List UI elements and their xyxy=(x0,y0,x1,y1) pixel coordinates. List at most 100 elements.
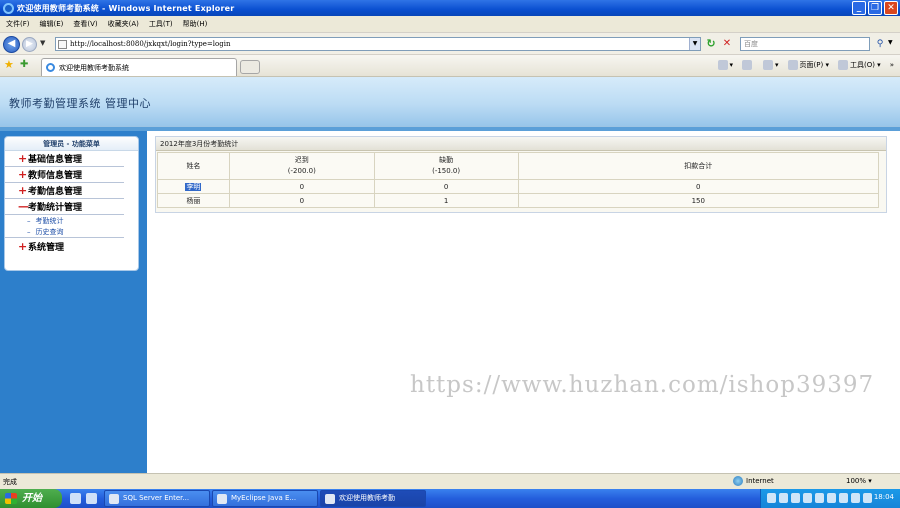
security-zone[interactable]: Internet xyxy=(733,476,774,486)
window-titlebar[interactable]: 欢迎使用教师考勤系统 - Windows Internet Explorer _… xyxy=(0,0,900,16)
sidebar-item-label: 考勤统计管理 xyxy=(28,203,83,213)
tray-app-icon[interactable] xyxy=(815,493,824,503)
favorites-star-icon[interactable]: ★ xyxy=(4,59,14,71)
page-viewport: 教师考勤管理系统 管理中心 管理员 - 功能菜单 + 基础信息管理 + 教师信息… xyxy=(0,77,900,473)
history-dropdown-icon[interactable]: ▼ xyxy=(40,39,45,47)
table-row: 李明 0 0 0 xyxy=(157,179,880,194)
expand-icon: + xyxy=(18,152,28,165)
tools-menu[interactable]: 工具(O) ▾ xyxy=(837,60,881,70)
tray-keyboard-icon[interactable] xyxy=(767,493,776,503)
windows-flag-icon xyxy=(5,493,17,504)
search-icon[interactable]: ⚲ xyxy=(873,37,887,51)
collapse-icon: — xyxy=(18,200,29,213)
tray-network-icon[interactable] xyxy=(779,493,788,503)
task-label: MyEclipse Java E... xyxy=(231,494,297,502)
tab-bar: ★ ✚ 欢迎使用教师考勤系统 ▾ ▾ 页面(P) ▾ 工具(O) ▾ » xyxy=(0,55,900,77)
menu-tools[interactable]: 工具(T) xyxy=(149,19,173,29)
cell-late: 0 xyxy=(228,193,375,208)
expand-icon: + xyxy=(18,168,28,181)
zoom-level[interactable]: 100% ▾ xyxy=(846,477,872,485)
back-button[interactable]: ◀ xyxy=(3,36,20,53)
print-button[interactable]: ▾ xyxy=(763,60,779,70)
tray-volume-icon[interactable] xyxy=(791,493,800,503)
page-menu-label: 页面(P) xyxy=(799,61,824,69)
menu-edit[interactable]: 编辑(E) xyxy=(40,19,64,29)
cell-name: 杨丽 xyxy=(157,193,230,208)
status-bar: 完成 Internet 100% ▾ xyxy=(0,473,900,489)
tab-active[interactable]: 欢迎使用教师考勤系统 xyxy=(41,58,237,76)
stats-panel: 2012年度3月份考勤统计 姓名 迟到 (-200.0) 缺勤 (-150.0) 扣… xyxy=(155,136,887,213)
maximize-button[interactable]: ❐ xyxy=(868,1,882,15)
col-header-late: 迟到 (-200.0) xyxy=(228,152,375,180)
start-button[interactable]: 开始 xyxy=(0,489,62,508)
watermark-text: https://www.huzhan.com/ishop39397 xyxy=(410,372,875,398)
stats-caption: 2012年度3月份考勤统计 xyxy=(156,137,886,151)
zoom-value: 100% xyxy=(846,477,867,485)
sidebar-subitem-stats[interactable]: – 考勤统计 xyxy=(5,215,138,226)
menu-file[interactable]: 文件(F) xyxy=(6,19,30,29)
cell-absent: 1 xyxy=(373,193,519,208)
tray-app-icon[interactable] xyxy=(803,493,812,503)
sidebar-subitem-history[interactable]: – 历史查询 xyxy=(5,226,124,238)
stop-button[interactable]: ✕ xyxy=(720,37,734,51)
taskbar-item-myeclipse[interactable]: MyEclipse Java E... xyxy=(212,490,318,507)
show-desktop-icon[interactable] xyxy=(70,493,81,504)
tray-app-icon[interactable] xyxy=(827,493,836,503)
myeclipse-icon xyxy=(217,494,227,504)
cell-absent: 0 xyxy=(373,179,519,194)
table-header-row: 姓名 迟到 (-200.0) 缺勤 (-150.0) 扣款合计 xyxy=(157,152,880,180)
taskbar-item-sqlserver[interactable]: SQL Server Enter... xyxy=(104,490,210,507)
cell-late: 0 xyxy=(228,179,375,194)
refresh-button[interactable]: ↻ xyxy=(704,37,718,51)
ie-logo-icon xyxy=(3,2,14,14)
sidebar-item-system[interactable]: + 系统管理 xyxy=(5,238,124,254)
cell-total: 150 xyxy=(517,193,880,208)
forward-button[interactable]: ▶ xyxy=(22,37,37,52)
col-header-total: 扣款合计 xyxy=(517,152,880,180)
menu-favorites[interactable]: 收藏夹(A) xyxy=(108,19,139,29)
menu-header: 管理员 - 功能菜单 xyxy=(5,137,138,151)
tray-app-icon[interactable] xyxy=(851,493,860,503)
search-input[interactable]: 百度 xyxy=(740,37,870,51)
taskbar-item-ie[interactable]: 欢迎使用教师考勤 xyxy=(320,490,426,507)
cell-name: 李明 xyxy=(157,179,230,194)
sidebar-item-attendance-info[interactable]: + 考勤信息管理 xyxy=(5,183,124,199)
feeds-icon xyxy=(742,60,753,70)
sidebar-item-basic-info[interactable]: + 基础信息管理 xyxy=(5,151,124,167)
close-button[interactable]: ✕ xyxy=(884,1,898,15)
sqlserver-icon xyxy=(109,494,119,504)
new-tab-button[interactable] xyxy=(240,60,260,74)
address-dropdown-icon[interactable]: ▼ xyxy=(689,38,700,50)
tray-app-icon[interactable] xyxy=(863,493,872,503)
menu-bar: 文件(F) 编辑(E) 查看(V) 收藏夹(A) 工具(T) 帮助(H) xyxy=(0,16,900,33)
taskbar: 开始 SQL Server Enter... MyEclipse Java E.… xyxy=(0,489,900,508)
bullet-dash: – xyxy=(27,227,31,236)
sidebar-item-attendance-stats[interactable]: — 考勤统计管理 xyxy=(5,199,124,215)
toolbar-overflow-icon[interactable]: » xyxy=(890,61,894,69)
ie-quicklaunch-icon[interactable] xyxy=(86,493,97,504)
menu-view[interactable]: 查看(V) xyxy=(73,19,97,29)
address-input[interactable]: http://localhost:8080/jxkqxt/login?type=… xyxy=(55,37,701,51)
minimize-button[interactable]: _ xyxy=(852,1,866,15)
address-toolbar: ◀ ▶ ▼ http://localhost:8080/jxkqxt/login… xyxy=(0,33,900,55)
tray-app-icon[interactable] xyxy=(839,493,848,503)
status-text: 完成 xyxy=(3,478,17,486)
function-menu: 管理员 - 功能菜单 + 基础信息管理 + 教师信息管理 + 考勤信息管理 — … xyxy=(4,136,139,271)
home-icon xyxy=(717,60,728,70)
address-url: http://localhost:8080/jxkqxt/login?type=… xyxy=(70,40,231,48)
ie-task-icon xyxy=(325,494,335,504)
clock[interactable]: 18:04 xyxy=(874,493,894,501)
menu-help[interactable]: 帮助(H) xyxy=(183,19,208,29)
sidebar-item-teacher-info[interactable]: + 教师信息管理 xyxy=(5,167,124,183)
sidebar: 管理员 - 功能菜单 + 基础信息管理 + 教师信息管理 + 考勤信息管理 — … xyxy=(0,131,147,473)
add-favorite-icon[interactable]: ✚ xyxy=(20,59,28,71)
app-banner: 教师考勤管理系统 管理中心 xyxy=(0,77,900,127)
tools-gear-icon xyxy=(837,60,848,70)
tools-menu-label: 工具(O) xyxy=(849,61,875,69)
window-controls: _ ❐ ✕ xyxy=(852,1,898,15)
search-dropdown-icon[interactable]: ▼ xyxy=(888,39,893,46)
zone-label: Internet xyxy=(746,477,774,485)
home-button[interactable]: ▾ xyxy=(717,60,733,70)
page-menu[interactable]: 页面(P) ▾ xyxy=(787,60,829,70)
feeds-button[interactable] xyxy=(742,60,754,70)
